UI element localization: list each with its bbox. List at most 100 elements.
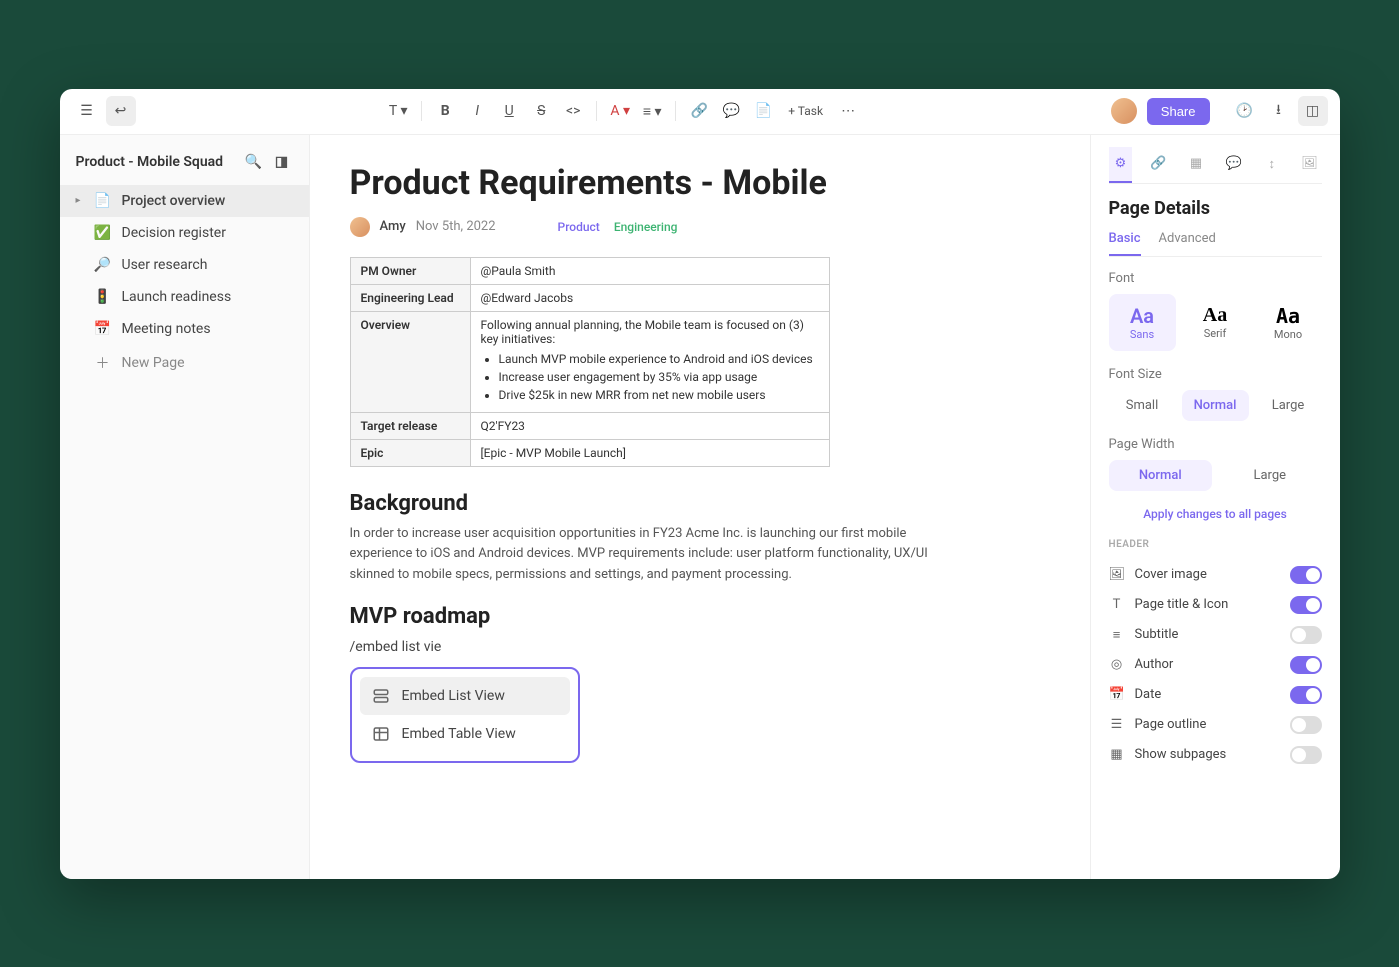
subtab-basic[interactable]: Basic: [1109, 231, 1141, 256]
bold-button[interactable]: B: [430, 96, 460, 126]
main-content: Product Requirements - Mobile Amy Nov 5t…: [310, 135, 1090, 879]
page-width-label: Page Width: [1109, 437, 1322, 452]
formatting-toolbar: T ▾ B I U S <> A ▾ ≡ ▾ 🔗 💬 📄 + Task ⋯: [383, 96, 863, 126]
overview-item: Launch MVP mobile experience to Android …: [499, 352, 819, 366]
toggle-icon: 🖼: [1109, 567, 1125, 582]
cell-label: Overview: [350, 311, 470, 412]
search-icon[interactable]: 🔍: [243, 151, 265, 173]
page-title[interactable]: Product Requirements - Mobile: [350, 163, 1050, 203]
page-width-large[interactable]: Large: [1218, 460, 1322, 491]
font-size-options: Small Normal Large: [1109, 390, 1322, 421]
strikethrough-button[interactable]: S: [526, 96, 556, 126]
font-size-large[interactable]: Large: [1255, 390, 1322, 421]
slash-command-input[interactable]: /embed list vie: [350, 639, 1050, 655]
topbar: ☰ ↩ T ▾ B I U S <> A ▾ ≡ ▾ 🔗 💬 📄 + Task …: [60, 89, 1340, 135]
align-button[interactable]: ≡ ▾: [637, 96, 667, 126]
font-sans-option[interactable]: Aa Sans: [1109, 294, 1176, 351]
toggle-label: Page outline: [1135, 717, 1207, 732]
blocks-tab-icon[interactable]: ▦: [1184, 147, 1208, 183]
toggle-switch[interactable]: [1290, 746, 1322, 764]
embed-list-view-option[interactable]: Embed List View: [360, 677, 570, 715]
font-options: Aa Sans Aa Serif Aa Mono: [1109, 294, 1322, 351]
sidebar-item-launch-readiness[interactable]: 🚦 Launch readiness: [60, 281, 309, 313]
toggle-label: Show subpages: [1135, 747, 1227, 762]
font-size-label: Font Size: [1109, 367, 1322, 382]
text-style-button[interactable]: T ▾: [383, 96, 413, 126]
font-size-small[interactable]: Small: [1109, 390, 1176, 421]
check-icon: ✅: [94, 225, 112, 241]
apply-all-link[interactable]: Apply changes to all pages: [1109, 507, 1322, 521]
user-avatar[interactable]: [1111, 98, 1137, 124]
cell-value[interactable]: @Paula Smith: [470, 257, 829, 284]
roadmap-heading[interactable]: MVP roadmap: [350, 604, 1050, 629]
attachment-button[interactable]: 📄: [748, 96, 778, 126]
sidebar-item-decision-register[interactable]: ✅ Decision register: [60, 217, 309, 249]
more-button[interactable]: ⋯: [833, 96, 863, 126]
header-section-label: HEADER: [1109, 539, 1322, 550]
collapse-sidebar-icon[interactable]: ◨: [271, 151, 293, 173]
font-mono-option[interactable]: Aa Mono: [1255, 294, 1322, 351]
background-text[interactable]: In order to increase user acquisition op…: [350, 524, 950, 586]
settings-tab-icon[interactable]: ⚙: [1109, 147, 1133, 183]
code-button[interactable]: <>: [558, 96, 588, 126]
embed-option-label: Embed List View: [402, 688, 505, 704]
comment-button[interactable]: 💬: [716, 96, 746, 126]
underline-button[interactable]: U: [494, 96, 524, 126]
cell-value[interactable]: Q2'FY23: [470, 412, 829, 439]
sidebar-item-project-overview[interactable]: ▸ 📄 Project overview: [60, 185, 309, 217]
link-button[interactable]: 🔗: [684, 96, 714, 126]
sidebar-item-user-research[interactable]: 🔎 User research: [60, 249, 309, 281]
cell-value[interactable]: Following annual planning, the Mobile te…: [470, 311, 829, 412]
toggle-row: 📅Date: [1109, 680, 1322, 710]
sort-tab-icon[interactable]: ↕: [1260, 147, 1284, 183]
tag-engineering[interactable]: Engineering: [612, 218, 680, 236]
sidebar: Product - Mobile Squad 🔍 ◨ ▸ 📄 Project o…: [60, 135, 310, 879]
toggle-switch[interactable]: [1290, 566, 1322, 584]
toggle-switch[interactable]: [1290, 596, 1322, 614]
image-tab-icon[interactable]: 🖼: [1298, 147, 1322, 183]
font-size-normal[interactable]: Normal: [1182, 390, 1249, 421]
toggle-switch[interactable]: [1290, 686, 1322, 704]
subtab-advanced[interactable]: Advanced: [1159, 231, 1216, 256]
toggle-row: ≡Subtitle: [1109, 620, 1322, 650]
toggle-label: Date: [1135, 687, 1162, 702]
sidebar-item-meeting-notes[interactable]: 📅 Meeting notes: [60, 313, 309, 345]
toggle-row: ☰ Page outline: [1109, 710, 1322, 740]
toggle-switch[interactable]: [1290, 626, 1322, 644]
page-icon: 📄: [94, 193, 112, 209]
new-page-button[interactable]: ＋ New Page: [60, 345, 309, 381]
toggle-switch[interactable]: [1290, 716, 1322, 734]
comments-tab-icon[interactable]: 💬: [1222, 147, 1246, 183]
add-task-button[interactable]: + Task: [780, 104, 831, 118]
cell-label: Engineering Lead: [350, 284, 470, 311]
toggle-icon: ◎: [1109, 657, 1125, 672]
calendar-icon: 📅: [94, 321, 112, 337]
tag-product[interactable]: Product: [556, 218, 602, 236]
italic-button[interactable]: I: [462, 96, 492, 126]
embed-menu: Embed List View Embed Table View: [350, 667, 580, 763]
page-width-normal[interactable]: Normal: [1109, 460, 1213, 491]
panel-toggle-icon[interactable]: ◫: [1298, 96, 1328, 126]
menu-icon[interactable]: ☰: [72, 96, 102, 126]
toggle-row: 🖼 Cover image: [1109, 560, 1322, 590]
author-avatar: [350, 217, 370, 237]
list-icon: [372, 687, 390, 705]
cell-value[interactable]: @Edward Jacobs: [470, 284, 829, 311]
text-color-button[interactable]: A ▾: [605, 96, 635, 126]
download-icon[interactable]: ⭳: [1264, 96, 1294, 126]
share-button[interactable]: Share: [1147, 98, 1210, 125]
new-page-label: New Page: [122, 355, 185, 371]
font-serif-option[interactable]: Aa Serif: [1182, 294, 1249, 351]
caret-icon: ▸: [76, 195, 84, 206]
toggle-switch[interactable]: [1290, 656, 1322, 674]
toggle-label: Page title & Icon: [1135, 597, 1229, 612]
history-icon[interactable]: 🕑: [1230, 96, 1260, 126]
cell-value[interactable]: [Epic - MVP Mobile Launch]: [470, 439, 829, 466]
author-name: Amy: [380, 219, 406, 234]
background-heading[interactable]: Background: [350, 491, 1050, 516]
link-tab-icon[interactable]: 🔗: [1146, 147, 1170, 183]
toggle-icon: ☰: [1109, 717, 1125, 732]
embed-table-view-option[interactable]: Embed Table View: [360, 715, 570, 753]
undo-button[interactable]: ↩: [106, 96, 136, 126]
toggle-label: Cover image: [1135, 567, 1207, 582]
